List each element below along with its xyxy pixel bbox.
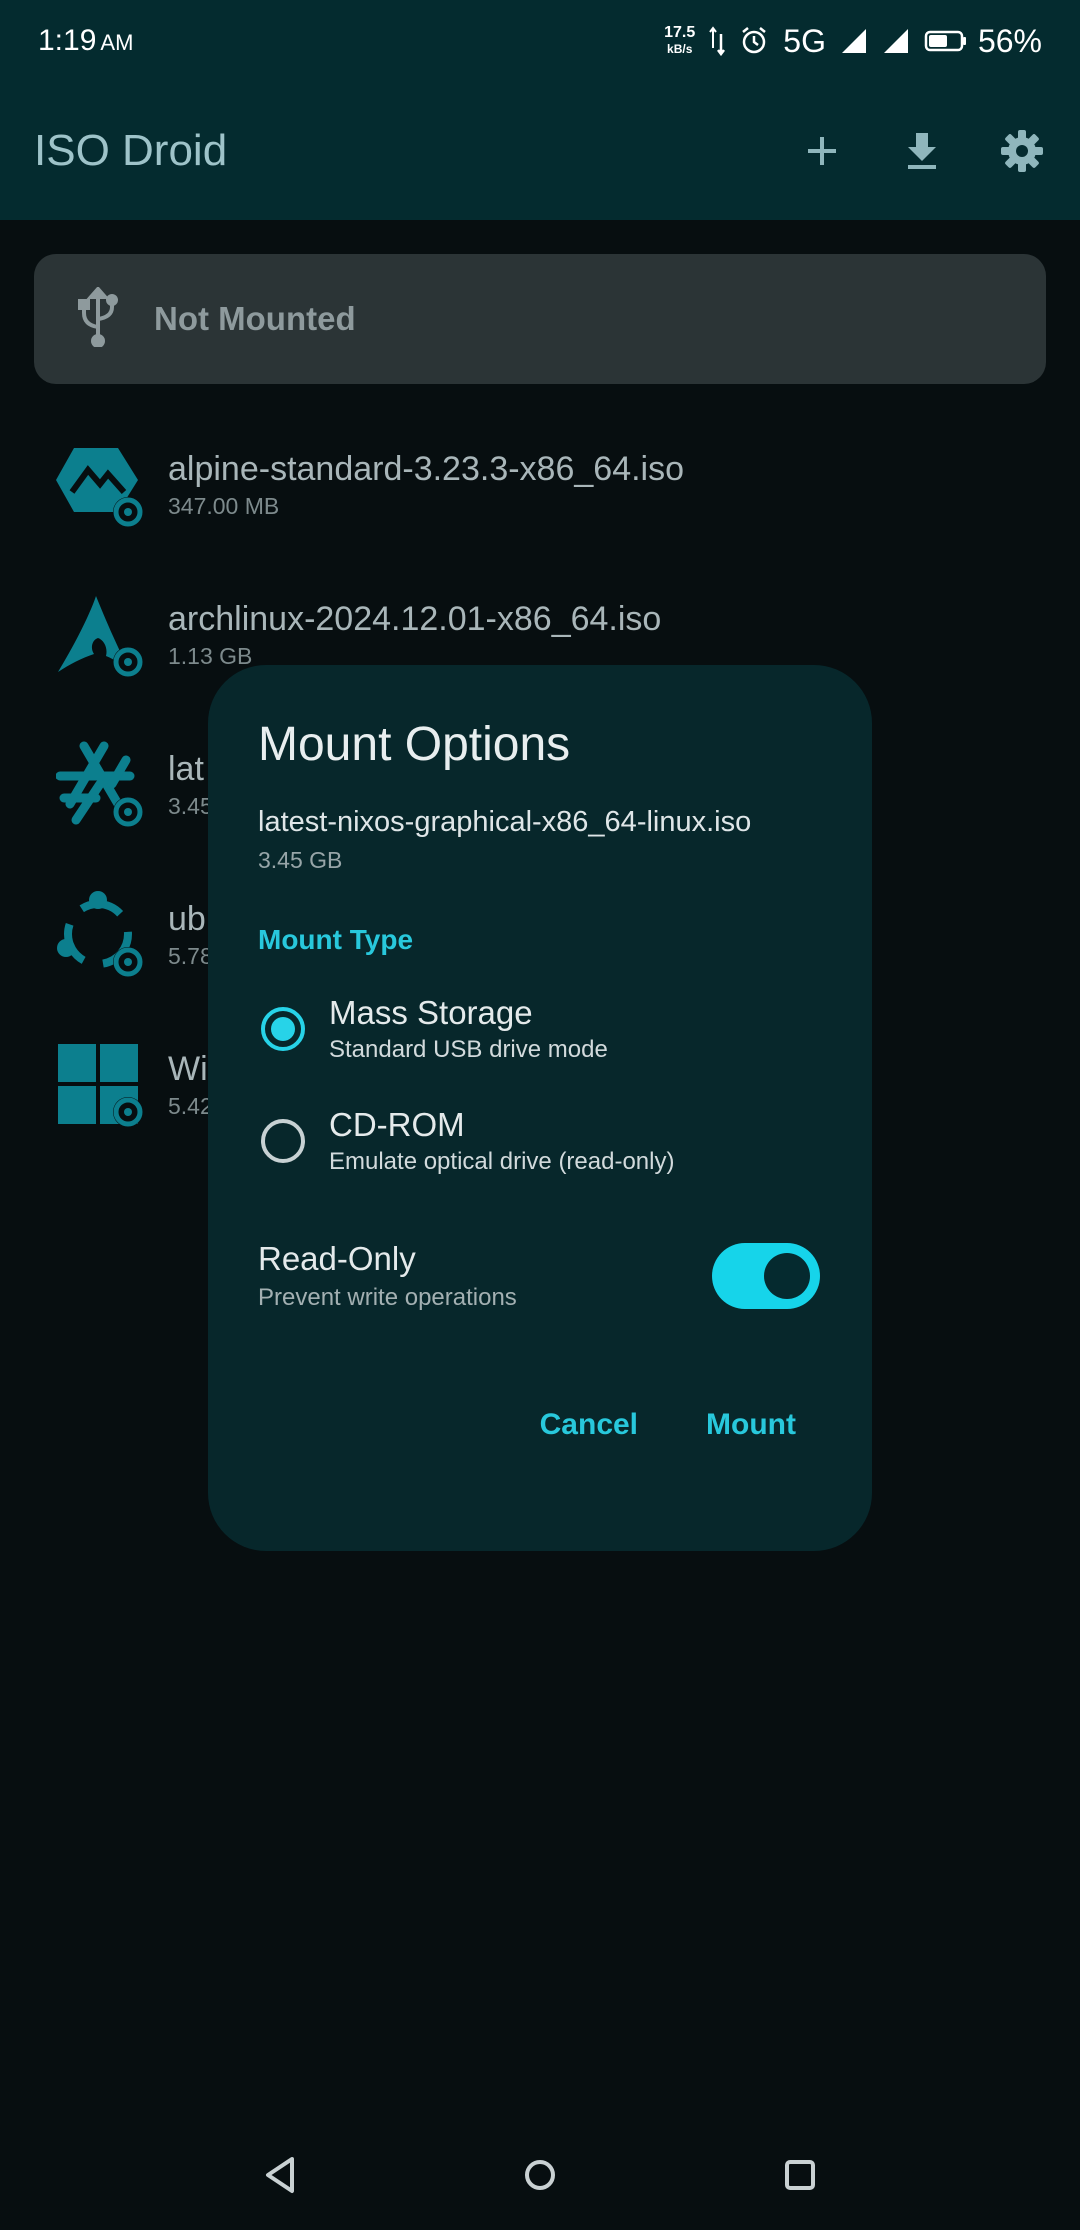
mount-button[interactable]: Mount (706, 1408, 796, 1442)
read-only-toggle[interactable] (712, 1243, 820, 1309)
status-indicators: 17.5 kB/s 5G 56% (664, 23, 1042, 60)
read-only-title: Read-Only (258, 1240, 416, 1277)
net-speed: 17.5 kB/s (664, 25, 695, 57)
signal-icon (840, 27, 868, 55)
battery-percent: 56% (977, 22, 1042, 59)
option-mass-storage[interactable]: Mass Storage Standard USB drive mode (258, 994, 822, 1064)
list-item[interactable]: alpine-standard-3.23.3-x86_64.iso 347.00… (0, 410, 1080, 560)
download-icon[interactable] (898, 127, 946, 175)
status-time: 1:19 AM (38, 24, 133, 58)
option-cd-rom[interactable]: CD-ROM Emulate optical drive (read-only) (258, 1106, 822, 1176)
iso-name: lat (168, 750, 204, 788)
cd-rom-radio[interactable] (261, 1119, 305, 1163)
app-bar: ISO Droid (0, 82, 1080, 220)
add-icon[interactable] (798, 127, 846, 175)
dialog-file-name: latest-nixos-graphical-x86_64-linux.iso (258, 806, 752, 838)
status-time-suffix: AM (100, 30, 134, 55)
alpine-icon (56, 440, 146, 530)
net-speed-value: 17.5 (664, 24, 696, 41)
app-title: ISO Droid (34, 126, 228, 175)
signal-icon-2 (882, 27, 910, 55)
dialog-title: Mount Options (258, 718, 571, 771)
mass-storage-radio[interactable] (261, 1007, 305, 1051)
option-subtitle: Emulate optical drive (read-only) (329, 1148, 675, 1175)
read-only-row: Read-Only Prevent write operations (258, 1240, 822, 1312)
radio-selected-dot (271, 1017, 295, 1041)
gear-icon[interactable] (998, 127, 1046, 175)
mount-type-label: Mount Type (258, 924, 414, 955)
dialog-file-size: 3.45 GB (258, 847, 343, 873)
mount-options-dialog: Mount Options latest-nixos-graphical-x86… (208, 665, 872, 1551)
home-icon[interactable] (510, 2145, 570, 2205)
mount-status-label: Not Mounted (154, 300, 356, 337)
iso-name: archlinux-2024.12.01-x86_64.iso (168, 600, 662, 638)
iso-size: 347.00 MB (168, 493, 280, 519)
read-only-subtitle: Prevent write operations (258, 1284, 517, 1311)
nixos-icon (55, 740, 146, 830)
iso-name: ub (168, 900, 206, 938)
arch-icon (56, 590, 146, 680)
battery-icon (924, 29, 968, 53)
iso-text: lat 3.45 (168, 750, 213, 820)
option-subtitle: Standard USB drive mode (329, 1036, 608, 1063)
ubuntu-icon (56, 890, 146, 980)
usb-icon (76, 285, 120, 352)
iso-text: ub 5.78 (168, 900, 213, 970)
iso-size: 5.78 (168, 943, 213, 969)
mount-status-card[interactable]: Not Mounted (34, 254, 1046, 384)
windows-icon (56, 1040, 146, 1130)
read-only-text: Read-Only Prevent write operations (258, 1240, 517, 1312)
battery: 56% (924, 23, 1042, 60)
option-title: CD-ROM (329, 1106, 465, 1143)
network-type: 5G (783, 22, 826, 59)
iso-text: alpine-standard-3.23.3-x86_64.iso 347.00… (168, 450, 684, 520)
back-icon[interactable] (250, 2145, 310, 2205)
status-time-value: 1:19 (38, 24, 97, 57)
iso-text: Wi 5.42 (168, 1050, 213, 1120)
net-speed-unit: kB/s (667, 42, 693, 56)
data-transfer-icon (709, 26, 726, 56)
dialog-actions: Cancel Mount (258, 1408, 822, 1442)
iso-text: archlinux-2024.12.01-x86_64.iso 1.13 GB (168, 600, 661, 670)
navigation-bar (0, 2120, 1080, 2230)
option-title: Mass Storage (329, 994, 533, 1031)
option-text: Mass Storage Standard USB drive mode (329, 994, 608, 1064)
toggle-knob (764, 1253, 810, 1299)
alarm-icon (739, 26, 769, 56)
iso-size: 5.42 (168, 1093, 213, 1119)
app-actions (798, 127, 1046, 175)
recents-icon[interactable] (770, 2145, 830, 2205)
iso-name: alpine-standard-3.23.3-x86_64.iso (168, 450, 685, 488)
option-text: CD-ROM Emulate optical drive (read-only) (329, 1106, 674, 1176)
status-bar: 1:19 AM 17.5 kB/s 5G 56% (0, 0, 1080, 82)
iso-name: Wi (168, 1050, 208, 1088)
iso-size: 3.45 (168, 793, 213, 819)
cancel-button[interactable]: Cancel (540, 1408, 638, 1442)
